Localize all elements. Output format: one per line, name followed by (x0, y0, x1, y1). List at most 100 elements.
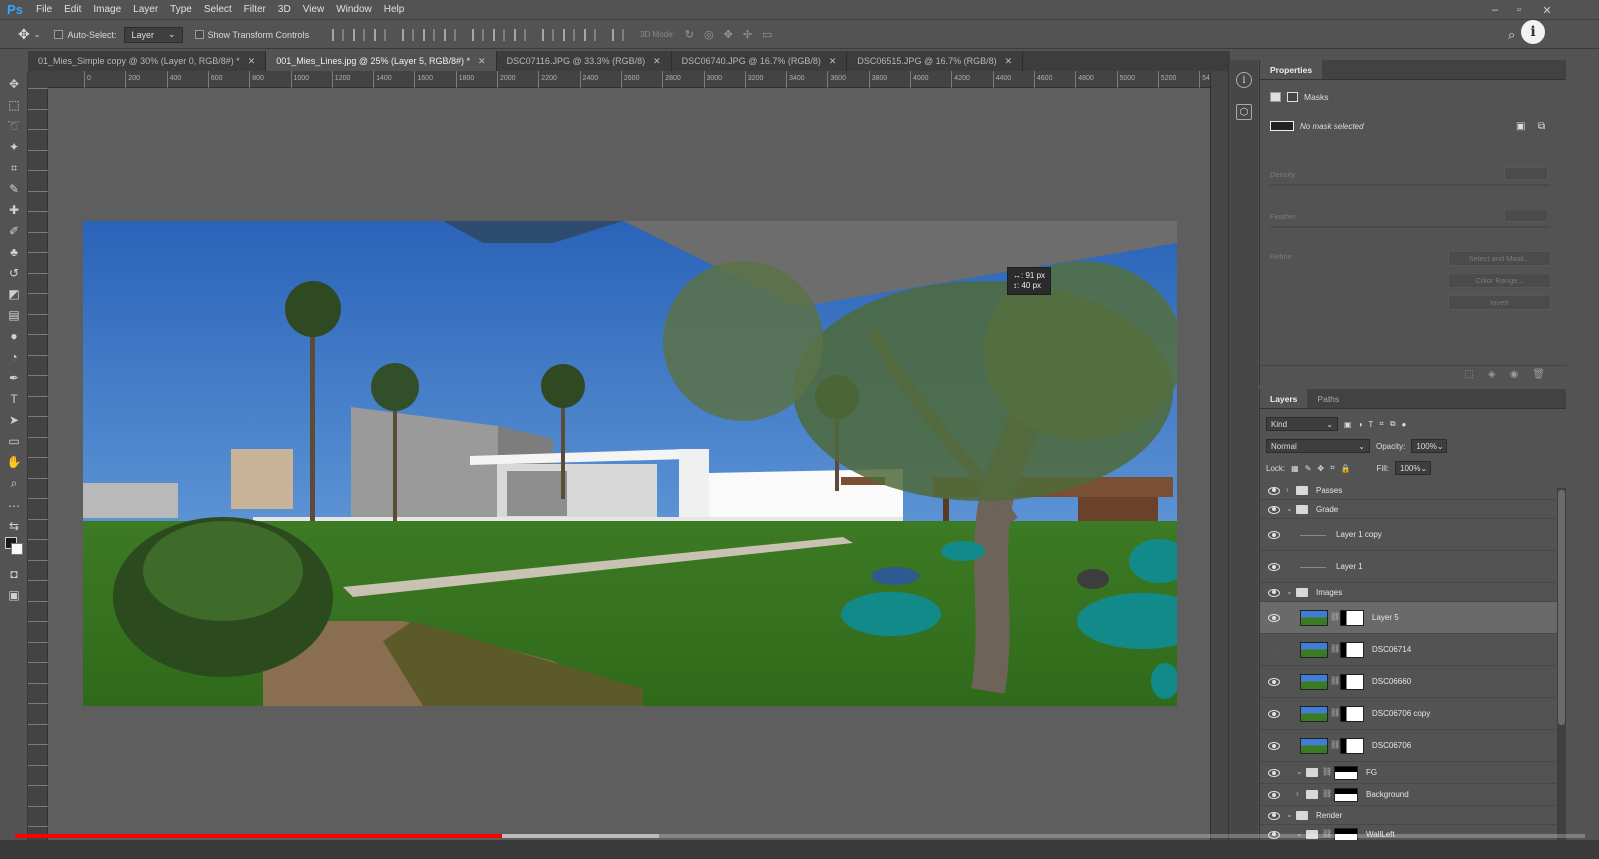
document-workspace[interactable]: ↔: 91 px ↕: 40 px (48, 88, 1210, 840)
link-icon[interactable]: ⛓ (1330, 676, 1340, 685)
menu-layer[interactable]: Layer (127, 0, 164, 20)
chevron-down-icon[interactable]: ⌄ (1296, 767, 1303, 776)
filter-toggle-icon[interactable]: ● (1402, 420, 1407, 429)
distribute-right-icon[interactable] (584, 28, 597, 41)
dodge-tool-icon[interactable]: ◔ (5, 348, 23, 366)
swap-colors-icon[interactable]: ⇆ (5, 517, 23, 535)
layer-row[interactable]: ⛓ Layer 5 (1260, 602, 1560, 634)
clone-stamp-tool-icon[interactable]: ♣ (5, 243, 23, 261)
quick-mask-icon[interactable]: ◘ (5, 565, 23, 583)
layer-thumbnail[interactable] (1300, 674, 1328, 690)
distribute-bottom-icon[interactable] (514, 28, 527, 41)
layer-mask-thumbnail[interactable] (1334, 766, 1358, 780)
filter-type-icon[interactable]: T (1368, 420, 1373, 429)
close-tab-icon[interactable]: ✕ (1005, 56, 1013, 67)
3d-panel-icon[interactable]: ⬡ (1236, 104, 1252, 120)
tab-properties[interactable]: Properties (1260, 60, 1323, 79)
marquee-tool-icon[interactable]: ⬚ (5, 96, 23, 114)
visibility-eye-icon[interactable] (1268, 742, 1280, 750)
move-tool-icon[interactable]: ✥ (18, 26, 30, 43)
layer-mask-thumbnail[interactable] (1340, 610, 1364, 626)
menu-window[interactable]: Window (330, 0, 378, 20)
chevron-right-icon[interactable]: › (1286, 485, 1289, 494)
minimize-button[interactable]: – (1483, 0, 1507, 20)
layer-mask-thumbnail[interactable] (1340, 738, 1364, 754)
zoom-tool-icon[interactable]: ⌕ (5, 474, 23, 492)
vector-mask-icon[interactable] (1287, 92, 1298, 102)
pen-tool-icon[interactable]: ✒ (5, 369, 23, 387)
opacity-field[interactable]: 100% ⌄ (1411, 439, 1448, 453)
visibility-eye-icon[interactable] (1268, 505, 1280, 514)
brush-tool-icon[interactable]: ✐ (5, 222, 23, 240)
filter-pixel-icon[interactable]: ▣ (1344, 420, 1352, 429)
add-pixel-mask-icon[interactable]: ▣ (1516, 121, 1525, 132)
lock-transparency-icon[interactable]: ▦ (1291, 464, 1299, 473)
distribute-top-icon[interactable] (472, 28, 485, 41)
close-button[interactable]: ✕ (1535, 0, 1559, 20)
restore-button[interactable]: ▫ (1507, 0, 1531, 20)
distribute-left-icon[interactable] (542, 28, 555, 41)
horizontal-ruler[interactable]: 0 200 400 600 800 1000 1200 1400 1600 1800 2000 220… (48, 71, 1218, 88)
3d-pan-icon[interactable]: ✥ (724, 28, 733, 41)
visibility-eye-icon[interactable] (1268, 486, 1280, 495)
align-right-icon[interactable] (444, 28, 457, 41)
visibility-eye-icon[interactable] (1268, 646, 1280, 654)
layer-mask-thumbnail[interactable] (1340, 674, 1364, 690)
vertical-scrollbar[interactable] (1210, 71, 1228, 841)
add-vector-mask-icon[interactable]: ⧉ (1538, 121, 1545, 132)
visibility-eye-icon[interactable] (1268, 614, 1280, 622)
layer-row[interactable]: ⌄ Grade (1260, 500, 1560, 519)
lock-artboard-icon[interactable]: ⌗ (1330, 463, 1335, 473)
lock-all-icon[interactable]: 🔒 (1341, 464, 1351, 473)
layer-row[interactable]: ⌄ Images (1260, 583, 1560, 602)
healing-brush-tool-icon[interactable]: ✚ (5, 201, 23, 219)
layer-mask-thumbnail[interactable] (1340, 642, 1364, 658)
layer-thumbnail[interactable] (1300, 610, 1328, 626)
auto-select-target-select[interactable]: Layer ⌄ (124, 26, 183, 43)
blend-mode-select[interactable]: Normal ⌄ (1266, 439, 1370, 453)
close-tab-icon[interactable]: ✕ (829, 56, 837, 67)
layer-row[interactable]: › ⛓ Background (1260, 784, 1560, 806)
layer-row[interactable]: ⛓ DSC06660 (1260, 666, 1560, 698)
blur-tool-icon[interactable]: ● (5, 327, 23, 345)
menu-file[interactable]: File (30, 0, 58, 20)
pixel-mask-icon[interactable] (1270, 92, 1281, 102)
layer-mask-thumbnail[interactable] (1334, 788, 1358, 802)
layer-mask-thumbnail[interactable] (1340, 706, 1364, 722)
type-tool-icon[interactable]: T (5, 390, 23, 408)
image-canvas[interactable]: ↔: 91 px ↕: 40 px (83, 221, 1177, 706)
apply-mask-icon[interactable]: ◈ (1488, 369, 1496, 380)
eyedropper-tool-icon[interactable]: ✎ (5, 180, 23, 198)
3d-rotate-icon[interactable]: ↻ (685, 28, 694, 41)
layer-row[interactable]: ⌄ ⛓ FG (1260, 762, 1560, 784)
visibility-icon[interactable]: ◉ (1510, 369, 1519, 380)
layers-scrollbar[interactable] (1557, 488, 1566, 840)
layer-row[interactable]: ⛓ DSC06706 copy (1260, 698, 1560, 730)
gradient-tool-icon[interactable]: ▤ (5, 306, 23, 324)
link-icon[interactable]: ⛓ (1330, 644, 1340, 653)
tab-paths[interactable]: Paths (1307, 389, 1349, 408)
lasso-tool-icon[interactable]: ➰ (5, 117, 23, 135)
eraser-tool-icon[interactable]: ◩ (5, 285, 23, 303)
layer-row[interactable]: › Passes (1260, 481, 1560, 500)
filter-smart-icon[interactable]: ⧉ (1390, 419, 1396, 429)
3d-slide-icon[interactable]: ✢ (743, 28, 752, 41)
3d-scale-icon[interactable]: ▭ (762, 28, 772, 41)
color-range-button[interactable]: Color Range... (1448, 273, 1551, 288)
chevron-down-icon[interactable]: ⌄ (34, 30, 41, 39)
menu-select[interactable]: Select (198, 0, 238, 20)
menu-3d[interactable]: 3D (272, 0, 297, 20)
video-progress-bar[interactable] (15, 834, 1585, 838)
link-icon[interactable]: ⛓ (1330, 740, 1340, 749)
visibility-eye-icon[interactable] (1268, 678, 1280, 686)
link-icon[interactable]: ⛓ (1322, 767, 1332, 776)
move-tool-icon[interactable]: ✥ (5, 75, 23, 93)
3d-roll-icon[interactable]: ◎ (704, 28, 714, 41)
ruler-origin[interactable] (28, 71, 48, 88)
invert-button[interactable]: Invert (1448, 295, 1551, 310)
history-brush-tool-icon[interactable]: ↺ (5, 264, 23, 282)
layer-row[interactable]: ⛓ DSC06714 (1260, 634, 1560, 666)
auto-select-checkbox[interactable]: Auto-Select: (54, 30, 116, 40)
link-icon[interactable]: ⛓ (1330, 612, 1340, 621)
select-and-mask-button[interactable]: Select and Mask... (1448, 251, 1551, 266)
